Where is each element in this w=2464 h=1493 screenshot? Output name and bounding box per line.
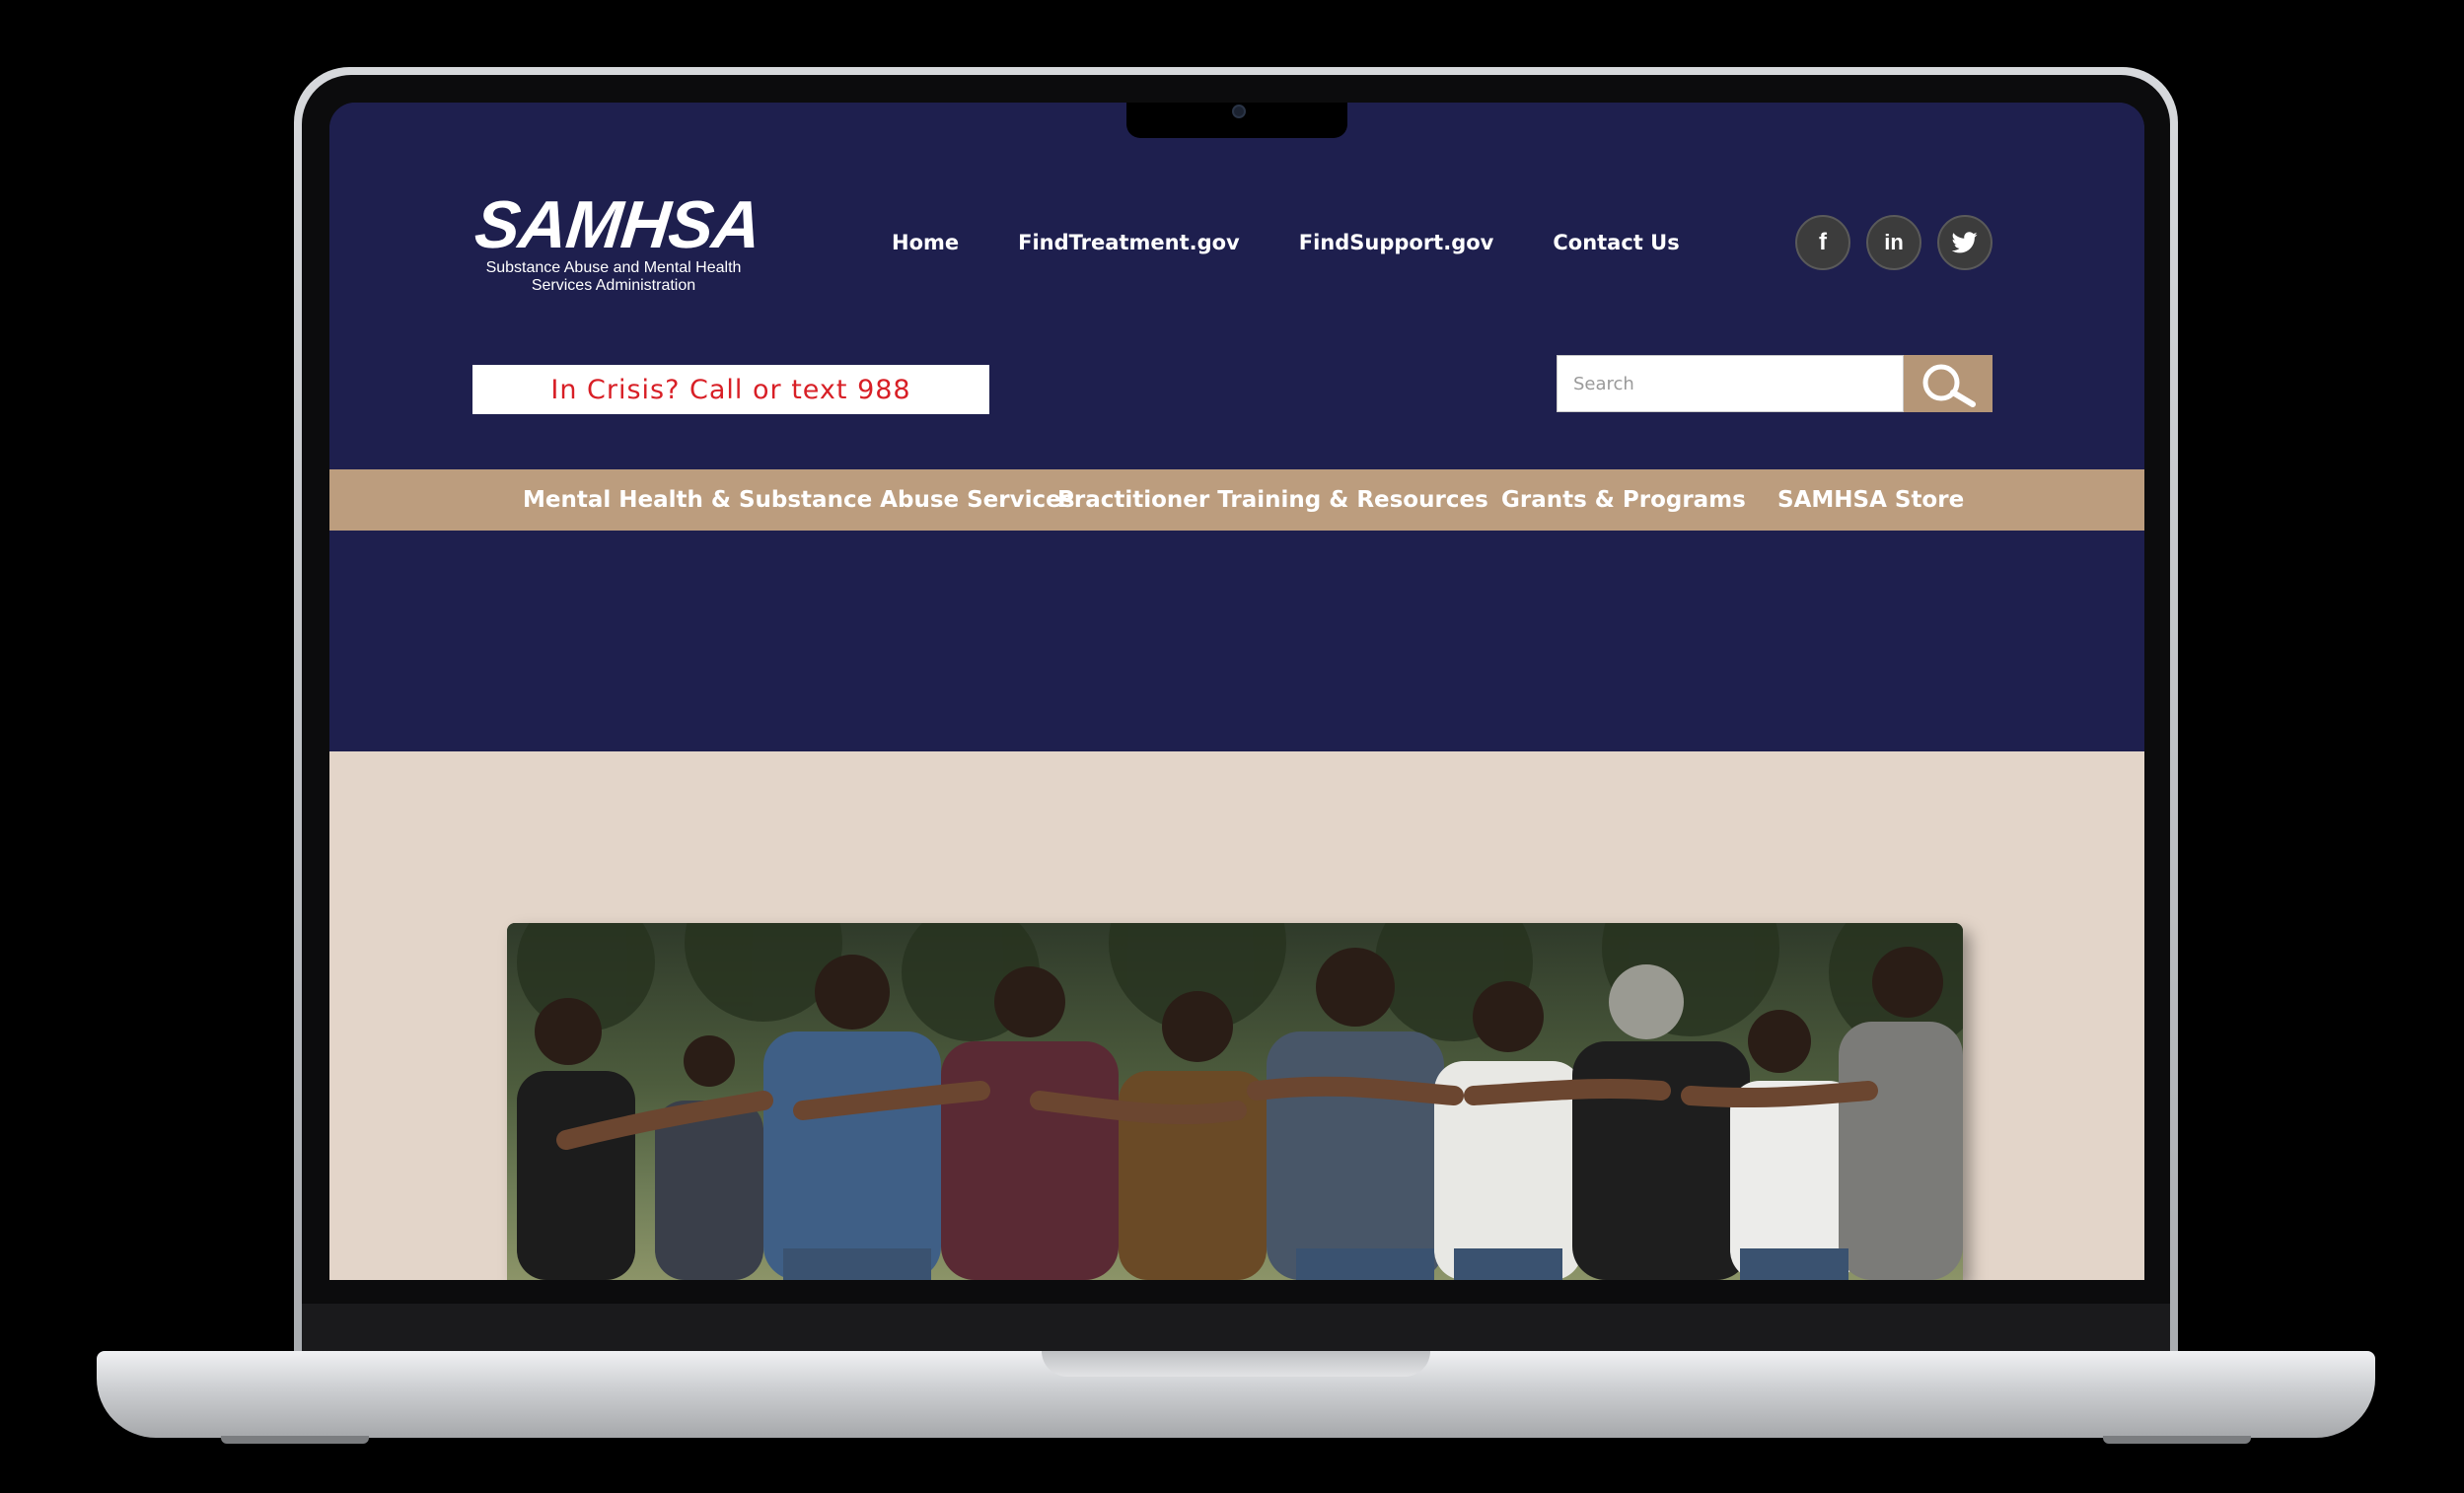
site-header: SAMHSA Substance Abuse and Mental Health… [329,103,2144,469]
social-links: f in [1795,215,1993,270]
logo-subtitle-line2: Services Administration [531,277,696,294]
search-icon [1922,364,1976,407]
hero-photo-group-embrace [507,923,1963,1280]
facebook-icon[interactable]: f [1795,215,1850,270]
nav-link-findtreatment[interactable]: FindTreatment.gov [1018,231,1240,254]
twitter-icon[interactable] [1937,215,1993,270]
laptop-foot-right [2103,1436,2251,1444]
laptop-foot-left [221,1436,369,1444]
main-nav-grants-programs[interactable]: Grants & Programs [1501,469,1746,531]
crisis-banner[interactable]: In Crisis? Call or text 988 [472,365,989,414]
content-area [329,751,2144,1280]
camera-lens [1232,105,1246,118]
samhsa-logo[interactable]: SAMHSA Substance Abuse and Mental Health… [471,187,771,298]
search-input[interactable] [1557,355,1904,412]
main-nav-mental-health-services[interactable]: Mental Health & Substance Abuse Services [523,469,1074,531]
laptop-chin [302,1304,2170,1353]
search-button[interactable] [1904,355,1993,412]
search-bar [1557,355,1993,412]
nav-link-contact-us[interactable]: Contact Us [1553,231,1679,254]
photo-illustration [507,923,1963,1280]
nav-link-home[interactable]: Home [892,231,959,254]
main-nav-samhsa-store[interactable]: SAMHSA Store [1777,469,1964,531]
main-nav: Mental Health & Substance Abuse Services… [329,469,2144,531]
main-nav-practitioner-training[interactable]: Practitioner Training & Resources [1057,469,1488,531]
nav-link-findsupport[interactable]: FindSupport.gov [1299,231,1494,254]
linkedin-icon[interactable]: in [1866,215,1921,270]
laptop-screen: SAMHSA Substance Abuse and Mental Health… [329,103,2144,1280]
twitter-bird-glyph [1952,232,1978,253]
laptop-opening-notch [1042,1351,1430,1377]
logo-wordmark: SAMHSA [471,187,764,262]
hero-band [329,531,2144,751]
top-nav: Home FindTreatment.gov FindSupport.gov C… [892,231,1739,254]
